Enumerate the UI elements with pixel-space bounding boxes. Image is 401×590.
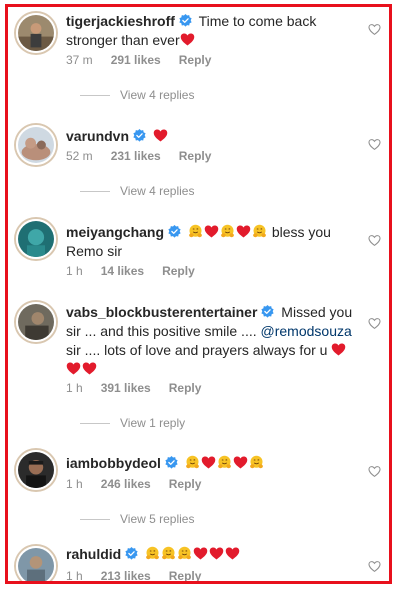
username[interactable]: rahuldid [66, 546, 121, 562]
red-heart-emoji-icon [66, 361, 81, 376]
hugging-face-emoji-icon [252, 224, 267, 239]
comment-text: meiyangchang bless you Remo sir [66, 223, 356, 261]
username[interactable]: iambobbydeol [66, 455, 161, 471]
avatar[interactable] [16, 125, 56, 165]
like-heart-icon[interactable] [368, 234, 381, 247]
red-heart-emoji-icon [225, 546, 240, 561]
likes-count[interactable]: 231 likes [111, 149, 161, 163]
timestamp: 1 h [66, 477, 83, 491]
reply-button[interactable]: Reply [179, 53, 212, 67]
red-heart-emoji-icon [209, 546, 224, 561]
replies-divider [80, 519, 110, 521]
verified-badge-icon [261, 305, 274, 318]
verified-badge-icon [179, 14, 192, 27]
hugging-face-emoji-icon [220, 224, 235, 239]
red-heart-emoji-icon [331, 342, 346, 357]
comment-meta: 1 h 213 likes Reply [66, 569, 202, 583]
red-heart-emoji-icon [193, 546, 208, 561]
username[interactable]: meiyangchang [66, 224, 164, 240]
like-heart-icon[interactable] [368, 560, 381, 573]
timestamp: 1 h [66, 569, 83, 583]
view-replies-button[interactable]: View 4 replies [80, 88, 194, 102]
hugging-face-emoji-icon [177, 546, 192, 561]
comment-meta: 1 h 391 likes Reply [66, 381, 201, 395]
likes-count[interactable]: 291 likes [111, 53, 161, 67]
reply-button[interactable]: Reply [169, 381, 202, 395]
comment-text: vabs_blockbusterentertainer Missed you s… [66, 303, 356, 379]
username[interactable]: vabs_blockbusterentertainer [66, 304, 257, 320]
like-heart-icon[interactable] [368, 23, 381, 36]
comment-meta: 52 m 231 likes Reply [66, 149, 211, 163]
likes-count[interactable]: 391 likes [101, 381, 151, 395]
avatar[interactable] [16, 219, 56, 259]
view-replies-label: View 4 replies [120, 88, 195, 102]
avatar[interactable] [16, 450, 56, 490]
reply-button[interactable]: Reply [169, 569, 202, 581]
replies-divider [80, 423, 110, 425]
timestamp: 52 m [66, 149, 93, 163]
red-heart-emoji-icon [201, 455, 216, 470]
hugging-face-emoji-icon [249, 455, 264, 470]
comment-body-continued: sir .... lots of love and prayers always… [66, 342, 328, 358]
comment-text: iambobbydeol [66, 454, 356, 473]
username[interactable]: varundvn [66, 128, 129, 144]
timestamp: 1 h [66, 264, 83, 278]
red-heart-emoji-icon [233, 455, 248, 470]
comment-text: rahuldid [66, 545, 356, 564]
like-heart-icon[interactable] [368, 465, 381, 478]
reply-button[interactable]: Reply [179, 149, 212, 163]
red-heart-emoji-icon [180, 32, 195, 47]
comments-panel: tigerjackieshroff Time to come back stro… [5, 4, 392, 584]
reply-button[interactable]: Reply [162, 264, 195, 278]
red-heart-emoji-icon [153, 128, 168, 143]
red-heart-emoji-icon [236, 224, 251, 239]
view-replies-button[interactable]: View 5 replies [80, 512, 194, 526]
hugging-face-emoji-icon [188, 224, 203, 239]
hugging-face-emoji-icon [185, 455, 200, 470]
verified-badge-icon [125, 547, 138, 560]
username[interactable]: tigerjackieshroff [66, 13, 175, 29]
mention-link[interactable]: @remodsouza [261, 323, 352, 339]
reply-button[interactable]: Reply [169, 477, 202, 491]
view-replies-label: View 5 replies [120, 512, 195, 526]
like-heart-icon[interactable] [368, 317, 381, 330]
avatar[interactable] [16, 546, 56, 581]
timestamp: 1 h [66, 381, 83, 395]
comment-text: varundvn [66, 127, 356, 146]
hugging-face-emoji-icon [161, 546, 176, 561]
view-replies-button[interactable]: View 4 replies [80, 184, 194, 198]
view-replies-label: View 4 replies [120, 184, 195, 198]
likes-count[interactable]: 246 likes [101, 477, 151, 491]
timestamp: 37 m [66, 53, 93, 67]
view-replies-label: View 1 reply [120, 416, 186, 430]
hugging-face-emoji-icon [217, 455, 232, 470]
verified-badge-icon [165, 456, 178, 469]
like-heart-icon[interactable] [368, 138, 381, 151]
avatar[interactable] [16, 302, 56, 342]
comment-meta: 1 h 14 likes Reply [66, 264, 195, 278]
red-heart-emoji-icon [204, 224, 219, 239]
comment-meta: 1 h 246 likes Reply [66, 477, 201, 491]
comment-text: tigerjackieshroff Time to come back stro… [66, 12, 356, 50]
red-heart-emoji-icon [82, 361, 97, 376]
hugging-face-emoji-icon [145, 546, 160, 561]
verified-badge-icon [168, 225, 181, 238]
replies-divider [80, 95, 110, 97]
replies-divider [80, 191, 110, 193]
likes-count[interactable]: 213 likes [101, 569, 151, 581]
view-replies-button[interactable]: View 1 reply [80, 416, 185, 430]
verified-badge-icon [133, 129, 146, 142]
likes-count[interactable]: 14 likes [101, 264, 144, 278]
avatar[interactable] [16, 13, 56, 53]
comment-meta: 37 m 291 likes Reply [66, 53, 211, 67]
